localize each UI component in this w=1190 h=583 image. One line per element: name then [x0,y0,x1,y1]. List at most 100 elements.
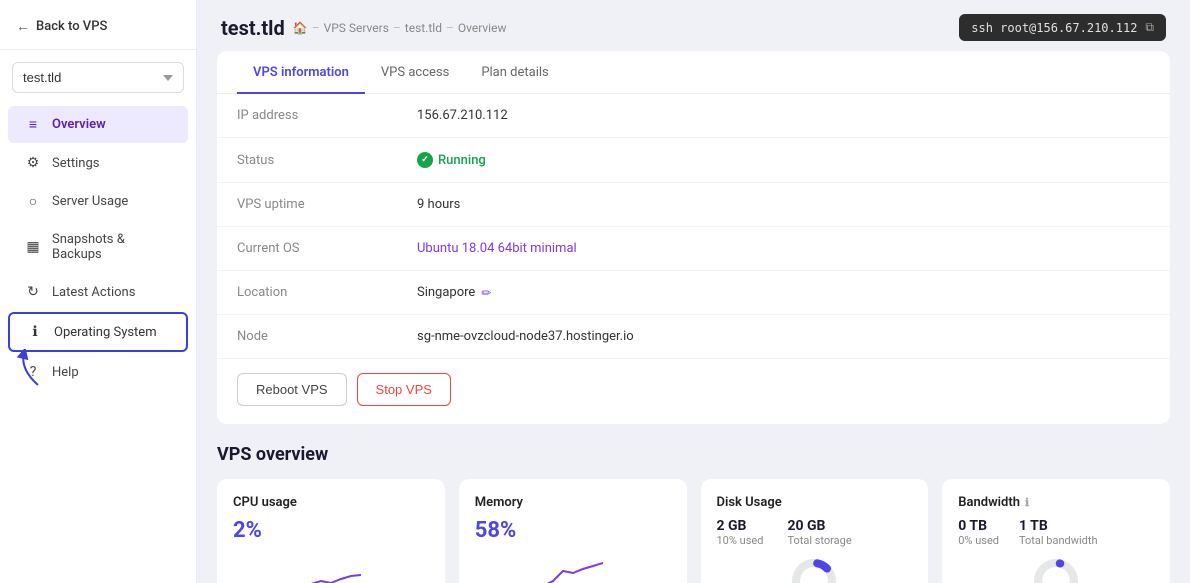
bandwidth-used-label: 0% used [958,534,999,547]
os-value[interactable]: Ubuntu 18.04 64bit minimal [417,241,577,256]
ssh-command-badge: ssh root@156.67.210.112 ⧉ [959,14,1166,41]
overview-section-title: VPS overview [217,444,1170,465]
status-running: Running [417,152,486,168]
memory-card-title: Memory [475,495,671,510]
copy-icon[interactable]: ⧉ [1145,20,1154,35]
main-content: test.tld 🏠 – VPS Servers – test.tld – Ov… [197,0,1190,583]
breadcrumb-sep2: – [393,21,401,35]
disk-used-label: 10% used [717,534,764,547]
memory-chart [543,551,603,583]
sidebar-item-settings[interactable]: ⚙ Settings [8,145,188,181]
sidebar-item-help[interactable]: ? Help [8,354,188,390]
sidebar-item-snapshots[interactable]: ▦ Snapshots &Backups [8,222,188,272]
bandwidth-total-value: 1 TB [1019,518,1098,534]
breadcrumb-sep3: – [446,21,454,35]
location-text: Singapore [417,285,475,300]
overview-icon: ≡ [24,116,42,133]
bandwidth-used-stat: 0 TB 0% used [958,518,999,547]
info-row-os: Current OS Ubuntu 18.04 64bit minimal [217,227,1170,271]
node-label: Node [237,329,417,344]
tab-label: VPS information [253,65,349,80]
overview-cards: CPU usage 2% Memory 58% [217,479,1170,583]
snapshots-icon: ▦ [24,239,42,255]
bandwidth-total-stat: 1 TB Total bandwidth [1019,518,1098,547]
page-title: test.tld [221,16,285,40]
breadcrumb-vps-servers[interactable]: VPS Servers [324,21,389,35]
disk-total-label: Total storage [787,534,851,547]
edit-location-icon[interactable]: ✏ [481,286,491,300]
info-row-uptime: VPS uptime 9 hours [217,183,1170,227]
bandwidth-stats: 0 TB 0% used 1 TB Total bandwidth [958,518,1154,547]
os-label: Current OS [237,241,417,256]
cpu-chart [301,551,361,583]
cpu-usage-card: CPU usage 2% [217,479,445,583]
tab-label: VPS access [381,65,449,80]
tab-plan-details[interactable]: Plan details [465,51,564,94]
status-value: Running [417,152,486,168]
status-text: Running [438,153,486,168]
cpu-card-title: CPU usage [233,495,429,510]
stop-vps-button[interactable]: Stop VPS [357,373,451,406]
page-header: test.tld 🏠 – VPS Servers – test.tld – Ov… [197,0,1190,51]
memory-value: 58% [475,518,671,543]
tab-vps-information[interactable]: VPS information [237,51,365,94]
uptime-label: VPS uptime [237,197,417,212]
back-arrow-icon: ← [16,18,30,35]
memory-card: Memory 58% [459,479,687,583]
location-label: Location [237,285,417,300]
tab-label: Plan details [481,65,548,80]
disk-used-stat: 2 GB 10% used [717,518,764,547]
tab-vps-access[interactable]: VPS access [365,51,465,94]
latest-actions-icon: ↻ [24,284,42,300]
reboot-vps-button[interactable]: Reboot VPS [237,373,347,406]
disk-donut-chart [717,551,913,583]
info-row-status: Status Running [217,138,1170,183]
disk-stats: 2 GB 10% used 20 GB Total storage [717,518,913,547]
header-left: test.tld 🏠 – VPS Servers – test.tld – Ov… [221,16,506,40]
settings-icon: ⚙ [24,155,42,171]
sidebar-item-label: Settings [52,156,99,171]
disk-usage-card: Disk Usage 2 GB 10% used 20 GB Total sto… [701,479,929,583]
sidebar-item-label: Operating System [54,325,157,340]
node-value: sg-nme-ovzcloud-node37.hostinger.io [417,329,634,344]
breadcrumb-sep1: – [312,21,320,35]
ip-label: IP address [237,108,417,123]
disk-card-title: Disk Usage [717,495,913,510]
operating-system-wrapper: ℹ Operating System [0,311,196,353]
disk-total-stat: 20 GB Total storage [787,518,851,547]
bandwidth-total-label: Total bandwidth [1019,534,1098,547]
server-select[interactable]: test.tld [12,62,184,93]
server-select-container: test.tld [0,62,196,105]
breadcrumb-home-icon: 🏠 [293,21,308,35]
breadcrumb-test-tld[interactable]: test.tld [405,21,442,35]
ssh-command-text: ssh root@156.67.210.112 [971,21,1137,35]
sidebar-item-operating-system[interactable]: ℹ Operating System [8,312,188,352]
info-icon: ℹ [26,324,44,340]
sidebar-divider [0,49,196,50]
bandwidth-used-value: 0 TB [958,518,999,534]
breadcrumb: 🏠 – VPS Servers – test.tld – Overview [293,21,507,35]
sidebar-item-label: Latest Actions [52,285,135,300]
back-to-vps-button[interactable]: ← Back to VPS [0,0,196,49]
action-buttons: Reboot VPS Stop VPS [217,359,1170,424]
sidebar-item-label: Overview [52,117,106,132]
breadcrumb-overview: Overview [458,21,507,35]
uptime-value: 9 hours [417,197,460,212]
status-label: Status [237,153,417,168]
sidebar-item-overview[interactable]: ≡ Overview [8,106,188,143]
sidebar-item-label: Snapshots &Backups [52,232,125,262]
content-area: VPS information VPS access Plan details … [197,51,1190,583]
bandwidth-card: Bandwidth ℹ 0 TB 0% used 1 TB Total band… [942,479,1170,583]
tab-bar: VPS information VPS access Plan details [217,51,1170,94]
location-value: Singapore ✏ [417,285,491,300]
sidebar-item-latest-actions[interactable]: ↻ Latest Actions [8,274,188,310]
sidebar-item-server-usage[interactable]: ○ Server Usage [8,183,188,220]
help-icon: ? [24,364,42,380]
vps-overview-section: VPS overview CPU usage 2% Memory 58% [217,444,1170,583]
info-row-node: Node sg-nme-ovzcloud-node37.hostinger.io [217,315,1170,359]
ip-value: 156.67.210.112 [417,108,508,123]
server-usage-icon: ○ [24,193,42,210]
info-row-ip: IP address 156.67.210.112 [217,94,1170,138]
status-dot-icon [417,152,433,168]
bandwidth-card-title: Bandwidth ℹ [958,495,1154,510]
